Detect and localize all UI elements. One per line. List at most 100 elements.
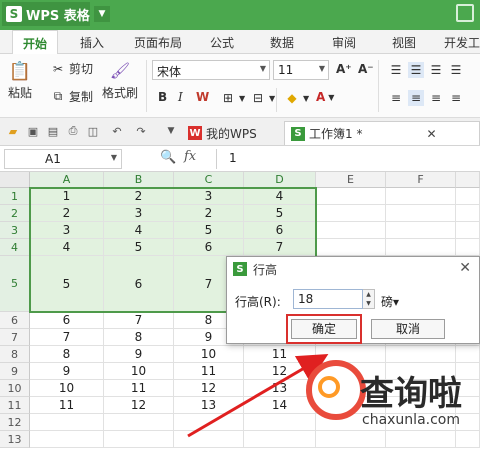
font-size-select[interactable]: 11 ▼ [273, 60, 329, 80]
table-cell[interactable] [386, 222, 456, 239]
table-cell[interactable] [316, 188, 386, 205]
table-cell[interactable]: 10 [104, 363, 174, 380]
window-icon[interactable] [456, 4, 474, 22]
table-cell[interactable]: 11 [104, 380, 174, 397]
table-cell[interactable]: 13 [174, 397, 244, 414]
customize-chevron-icon[interactable]: ▼ [164, 124, 178, 138]
table-cell[interactable] [244, 431, 316, 448]
doc-tab-my-wps[interactable]: W 我的WPS [182, 121, 263, 145]
table-cell[interactable]: 3 [174, 188, 244, 205]
table-cell[interactable]: 12 [244, 363, 316, 380]
table-cell[interactable] [456, 188, 480, 205]
tab-page-layout[interactable]: 页面布局 [134, 34, 182, 51]
align-left-button[interactable]: ≡ [388, 90, 404, 106]
open-folder-icon[interactable]: ▰ [6, 124, 20, 138]
insert-function-button[interactable]: fx [184, 149, 196, 164]
table-cell[interactable]: 4 [244, 188, 316, 205]
formula-input[interactable]: 1 [216, 149, 476, 169]
table-cell[interactable] [104, 431, 174, 448]
table-cell[interactable]: 5 [244, 205, 316, 222]
table-cell[interactable] [30, 414, 104, 431]
align-middle-button[interactable]: ☰ [408, 62, 424, 78]
format-painter-button[interactable]: 🖌 格式刷 [102, 60, 138, 101]
table-cell[interactable]: 5 [30, 256, 104, 312]
row-header[interactable]: 10 [0, 380, 30, 397]
close-icon[interactable]: ✕ [459, 260, 471, 276]
align-bottom-button[interactable]: ☰ [428, 62, 444, 78]
table-cell[interactable] [316, 239, 386, 256]
tab-view[interactable]: 视图 [392, 34, 416, 51]
table-cell[interactable]: 11 [174, 363, 244, 380]
column-header-f[interactable]: F [386, 172, 456, 188]
cut-button[interactable]: ✂ 剪切 [50, 60, 93, 77]
table-cell[interactable] [456, 346, 480, 363]
table-cell[interactable]: 3 [30, 222, 104, 239]
row-header[interactable]: 5 [0, 256, 30, 312]
align-center-button[interactable]: ≡ [408, 90, 424, 106]
bold-button[interactable]: B [158, 90, 167, 104]
column-header-d[interactable]: D [244, 172, 316, 188]
justify-button[interactable]: ≡ [448, 90, 464, 106]
table-cell[interactable]: 4 [104, 222, 174, 239]
export-pdf-icon[interactable]: ▤ [46, 124, 60, 138]
table-cell[interactable] [316, 205, 386, 222]
row-header[interactable]: 1 [0, 188, 30, 205]
select-all-corner[interactable] [0, 172, 30, 188]
column-header-b[interactable]: B [104, 172, 174, 188]
close-icon[interactable]: ✕ [426, 127, 436, 141]
table-cell[interactable] [244, 414, 316, 431]
table-cell[interactable] [316, 222, 386, 239]
fill-color-button[interactable]: ◆ ▼ [284, 90, 309, 106]
table-cell[interactable]: 2 [104, 188, 174, 205]
row-header[interactable]: 2 [0, 205, 30, 222]
table-cell[interactable] [386, 431, 456, 448]
table-cell[interactable]: 1 [30, 188, 104, 205]
column-header-e[interactable]: E [316, 172, 386, 188]
table-cell[interactable]: 6 [104, 256, 174, 312]
table-cell[interactable]: 8 [30, 346, 104, 363]
table-cell[interactable]: 11 [244, 346, 316, 363]
row-header[interactable]: 12 [0, 414, 30, 431]
table-cell[interactable]: 7 [30, 329, 104, 346]
undo-icon[interactable]: ↶ [110, 124, 124, 138]
tab-home[interactable]: 开始 [12, 30, 59, 54]
table-cell[interactable]: 8 [104, 329, 174, 346]
orientation-button[interactable]: ☰ [448, 62, 464, 78]
doc-tab-workbook1[interactable]: S 工作簿1 * ✕ [284, 121, 480, 145]
table-cell[interactable] [316, 431, 386, 448]
table-cell[interactable]: 14 [244, 397, 316, 414]
name-box[interactable]: A1 ▼ [4, 149, 122, 169]
row-header[interactable]: 8 [0, 346, 30, 363]
row-header[interactable]: 13 [0, 431, 30, 448]
grow-font-button[interactable]: A⁺ [336, 62, 352, 76]
tab-review[interactable]: 审阅 [332, 34, 356, 51]
save-icon[interactable]: ▣ [26, 124, 40, 138]
table-cell[interactable] [104, 414, 174, 431]
row-header[interactable]: 7 [0, 329, 30, 346]
table-cell[interactable]: 5 [174, 222, 244, 239]
column-header-c[interactable]: C [174, 172, 244, 188]
table-cell[interactable]: 12 [104, 397, 174, 414]
row-header[interactable]: 11 [0, 397, 30, 414]
font-name-select[interactable]: 宋体 ▼ [152, 60, 270, 80]
spin-down-icon[interactable]: ▼ [366, 300, 371, 307]
tab-formulas[interactable]: 公式 [210, 34, 234, 51]
table-cell[interactable]: 2 [30, 205, 104, 222]
spin-up-icon[interactable]: ▲ [366, 291, 371, 298]
table-cell[interactable] [456, 431, 480, 448]
row-header[interactable]: 9 [0, 363, 30, 380]
row-header[interactable]: 6 [0, 312, 30, 329]
table-cell[interactable] [386, 239, 456, 256]
table-cell[interactable]: 6 [30, 312, 104, 329]
align-top-button[interactable]: ☰ [388, 62, 404, 78]
table-cell[interactable] [174, 414, 244, 431]
table-cell[interactable] [30, 431, 104, 448]
row-height-input[interactable]: 18 [293, 289, 363, 309]
zoom-icon[interactable]: 🔍 [160, 150, 176, 165]
merge-button[interactable]: ⊟ ▼ [250, 90, 275, 106]
column-header-partial[interactable] [456, 172, 480, 188]
app-menu-caret-icon[interactable]: ▼ [94, 6, 110, 22]
dialog-title-bar[interactable]: S 行高 ✕ [227, 257, 479, 281]
italic-button[interactable]: I [178, 90, 183, 104]
table-cell[interactable]: 7 [104, 312, 174, 329]
